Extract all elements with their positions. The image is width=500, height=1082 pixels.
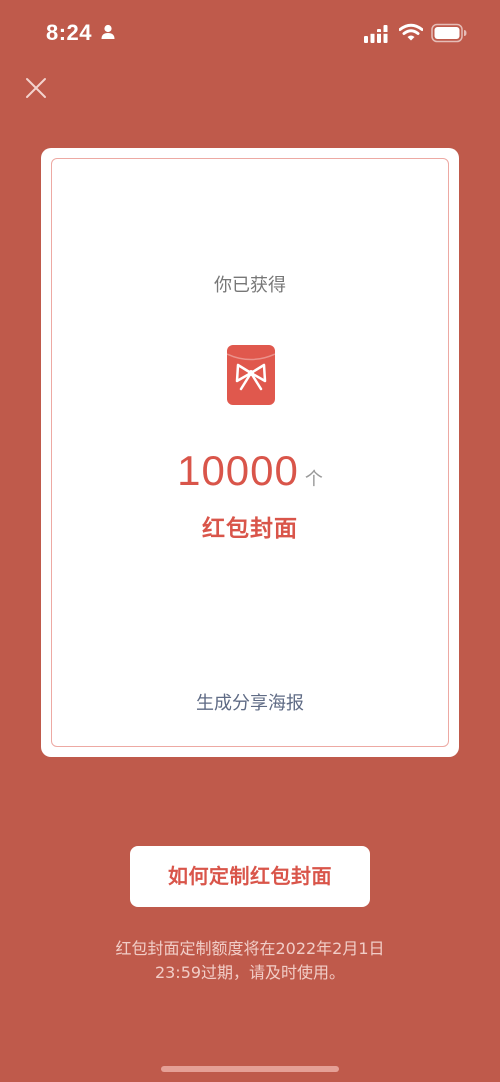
reward-card: 你已获得 10000 个 红包封面 生成分享海报 bbox=[41, 148, 459, 757]
count-unit: 个 bbox=[304, 469, 323, 490]
share-poster-link[interactable]: 生成分享海报 bbox=[52, 689, 448, 715]
status-bar: 8:24 bbox=[0, 0, 500, 66]
item-name: 红包封面 bbox=[202, 516, 298, 542]
red-envelope-icon bbox=[227, 345, 275, 405]
battery-icon bbox=[431, 23, 467, 43]
reward-card-border: 你已获得 10000 个 红包封面 生成分享海报 bbox=[51, 158, 449, 747]
signal-icon bbox=[364, 25, 388, 43]
expiry-note-line-1: 红包封面定制额度将在2022年2月1日 bbox=[115, 939, 385, 958]
home-indicator[interactable] bbox=[161, 1066, 339, 1072]
expiry-note: 红包封面定制额度将在2022年2月1日 23:59过期，请及时使用。 bbox=[0, 937, 500, 985]
wifi-icon bbox=[399, 23, 423, 41]
status-time: 8:24 bbox=[46, 20, 93, 45]
cover-count: 10000 bbox=[177, 447, 299, 494]
person-icon bbox=[101, 24, 115, 39]
close-icon[interactable] bbox=[22, 74, 50, 102]
obtained-label: 你已获得 bbox=[214, 275, 286, 296]
how-to-customize-button[interactable]: 如何定制红包封面 bbox=[130, 846, 370, 907]
expiry-note-line-2: 23:59过期，请及时使用。 bbox=[154, 963, 346, 982]
cover-count-row: 10000 个 bbox=[52, 447, 448, 495]
